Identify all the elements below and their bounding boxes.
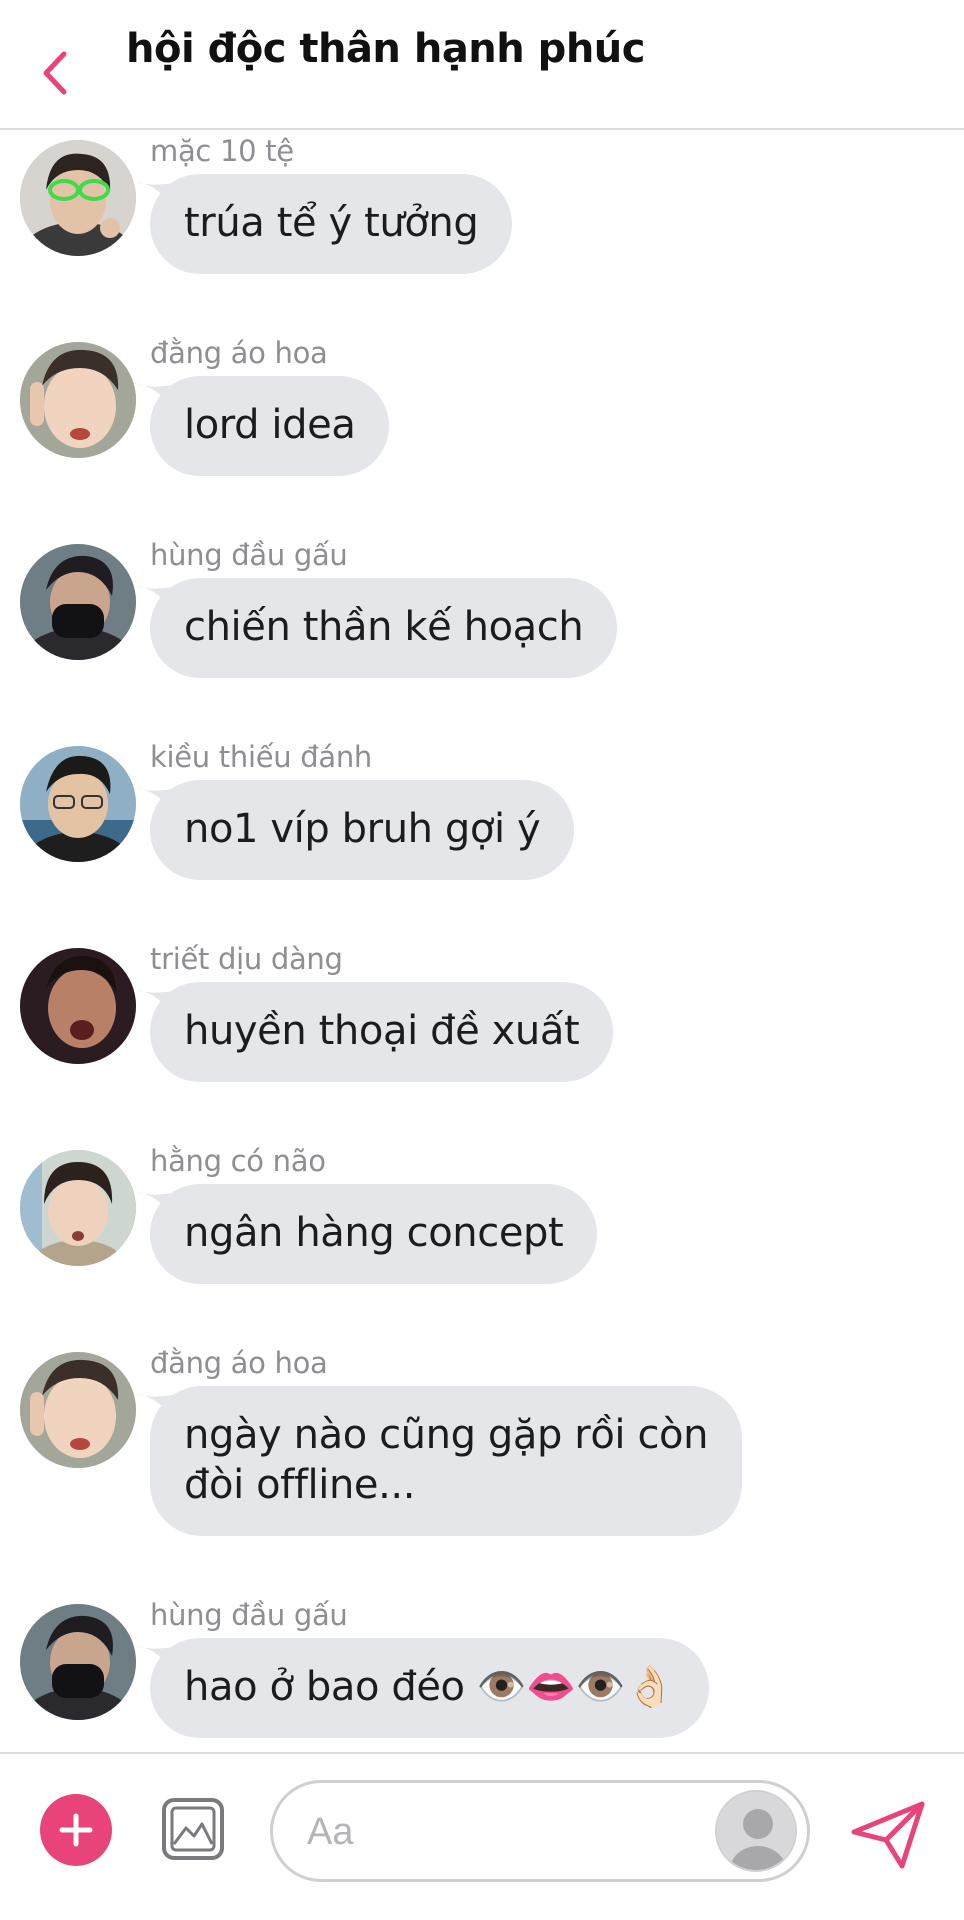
sender-name: mặc 10 tệ: [150, 134, 294, 168]
sender-name: đằng áo hoa: [150, 1346, 328, 1380]
avatar[interactable]: [20, 746, 136, 862]
message-bubble[interactable]: hao ở bao đéo 👁️👄👁️👌🏻: [150, 1638, 709, 1738]
user-avatar-icon[interactable]: [715, 1790, 797, 1872]
send-button[interactable]: [848, 1794, 928, 1874]
message-input-container[interactable]: [270, 1780, 810, 1882]
chat-title: hội độc thân hạnh phúc: [126, 26, 645, 72]
sender-name: hùng đầu gấu: [150, 1598, 348, 1632]
message-bubble[interactable]: chiến thần kế hoạch: [150, 578, 618, 678]
message-bubble[interactable]: trúa tể ý tưởng: [150, 174, 513, 274]
sender-name: đằng áo hoa: [150, 336, 328, 370]
message-composer: [0, 1752, 964, 1920]
sender-name: hằng có não: [150, 1144, 326, 1178]
sender-name: triết dịu dàng: [150, 942, 343, 976]
avatar[interactable]: [20, 342, 136, 458]
message-bubble[interactable]: huyền thoại đề xuất: [150, 982, 614, 1082]
image-icon: [162, 1798, 224, 1860]
image-picker-button[interactable]: [160, 1796, 226, 1862]
message-bubble[interactable]: no1 víp bruh gợi ý: [150, 780, 575, 880]
chevron-left-icon: [43, 51, 67, 95]
avatar[interactable]: [20, 1604, 136, 1720]
avatar[interactable]: [20, 1150, 136, 1266]
send-icon: [851, 1801, 925, 1869]
avatar[interactable]: [20, 544, 136, 660]
sender-name: hùng đầu gấu: [150, 538, 348, 572]
sender-name: kiều thiếu đánh: [150, 740, 372, 774]
add-attachment-button[interactable]: [40, 1794, 112, 1866]
chat-header: hội độc thân hạnh phúc: [0, 0, 964, 130]
avatar[interactable]: [20, 1352, 136, 1468]
avatar[interactable]: [20, 140, 136, 256]
message-bubble[interactable]: lord idea: [150, 376, 390, 476]
message-bubble[interactable]: ngân hàng concept: [150, 1184, 598, 1284]
avatar[interactable]: [20, 948, 136, 1064]
message-input[interactable]: [307, 1805, 667, 1859]
back-button[interactable]: [30, 48, 80, 98]
message-list[interactable]: mặc 10 tệ trúa tể ý tưởng đằng áo hoa lo…: [0, 130, 964, 1752]
plus-icon: [59, 1813, 93, 1847]
message-bubble[interactable]: ngày nào cũng gặp rồi còn đòi offline...: [150, 1386, 743, 1536]
